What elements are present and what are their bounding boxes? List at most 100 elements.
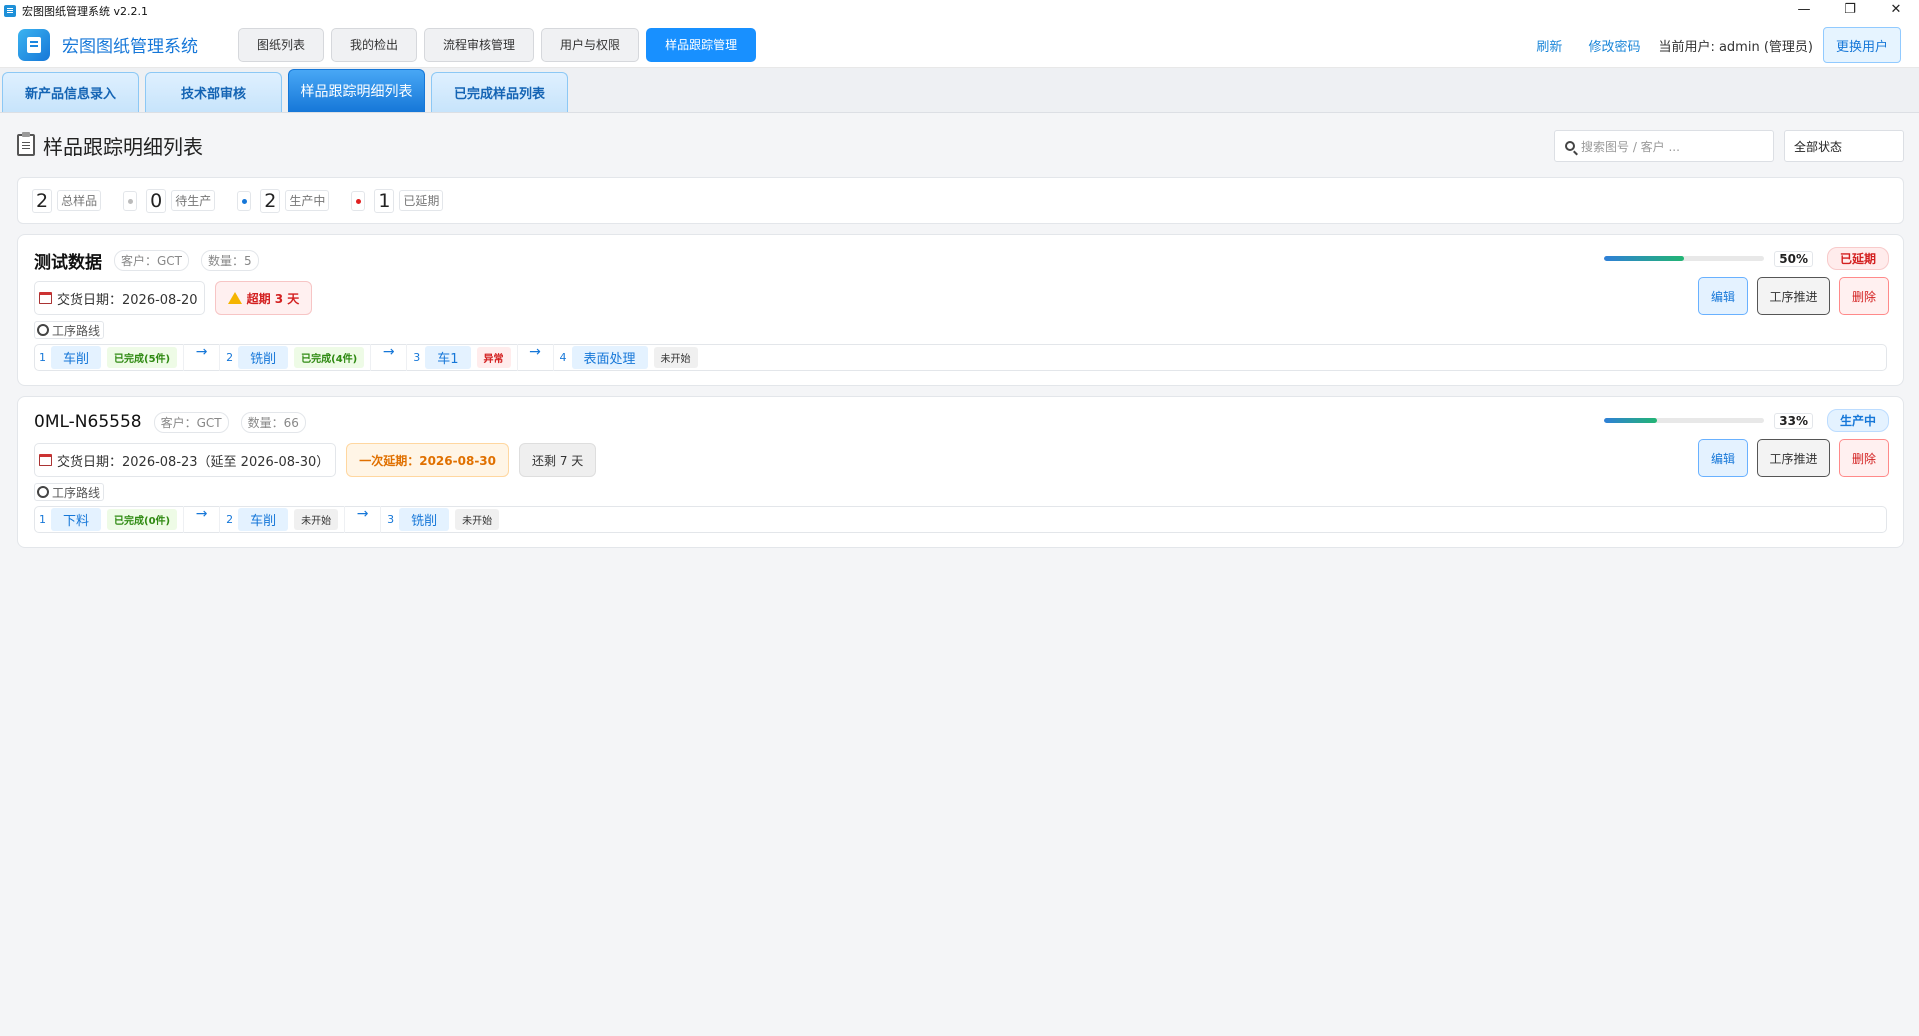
delete-button[interactable]: 删除	[1839, 439, 1889, 477]
sample-card: 测试数据 客户：GCT 数量：5 交货日期：2026-08-20 超期 3 天 …	[17, 234, 1904, 386]
stat-delayed-label: 已延期	[399, 190, 444, 211]
route-label: 工序路线	[34, 483, 105, 501]
progress-fill	[1604, 256, 1685, 261]
change-password-link[interactable]: 修改密码	[1588, 36, 1640, 55]
step-number: 4	[559, 351, 567, 364]
delayed-dot-icon	[351, 190, 366, 211]
edit-button[interactable]: 编辑	[1698, 277, 1748, 315]
route-step: 1 下料 已完成(0件)	[39, 508, 178, 531]
tab-tech-review[interactable]: 技术部审核	[145, 72, 282, 112]
stat-delayed: 1 已延期	[351, 188, 444, 213]
header-right: 刷新 修改密码 当前用户: admin (管理员) 更换用户	[1510, 22, 1901, 68]
tab-completed-samples[interactable]: 已完成样品列表	[431, 72, 568, 112]
stat-in-production-value: 2	[260, 188, 281, 213]
minimize-button[interactable]: —	[1781, 0, 1827, 22]
restore-button[interactable]: ❐	[1827, 0, 1873, 22]
step-number: 3	[413, 351, 421, 364]
tab-new-product-entry[interactable]: 新产品信息录入	[2, 72, 139, 112]
process-route: 1 下料 已完成(0件) → 2 车削 未开始 → 3 铣削 未开始	[34, 506, 1887, 533]
stat-total: 2 总样品	[32, 188, 102, 213]
delivery-date-text: 交货日期：2026-08-20	[57, 292, 198, 308]
progress-percent: 33%	[1774, 412, 1813, 429]
gear-icon	[37, 324, 49, 336]
step-status: 未开始	[653, 347, 698, 368]
step-status: 已完成(5件)	[107, 347, 178, 368]
arrow-right-icon: →	[370, 344, 408, 371]
stat-in-production: 2 生产中	[237, 188, 330, 213]
step-status: 异常	[476, 347, 511, 368]
status-badge: 生产中	[1826, 409, 1889, 432]
route-step: 3 铣削 未开始	[387, 508, 500, 531]
advance-process-button[interactable]: 工序推进	[1757, 277, 1830, 315]
step-name: 铣削	[238, 346, 289, 369]
nav-process-review[interactable]: 流程审核管理	[424, 27, 535, 62]
route-step: 2 铣削 已完成(4件)	[226, 346, 365, 369]
route-label-text: 工序路线	[52, 323, 101, 338]
quantity-tag: 数量：66	[240, 411, 306, 433]
customer-tag: 客户：GCT	[114, 249, 190, 271]
route-step: 1 车削 已完成(5件)	[39, 346, 178, 369]
nav-my-checkouts[interactable]: 我的检出	[331, 27, 418, 62]
arrow-right-icon: →	[344, 506, 382, 533]
nav-drawing-list[interactable]: 图纸列表	[238, 27, 325, 62]
progress-fill	[1604, 418, 1658, 423]
tab-sample-tracking-list[interactable]: 样品跟踪明细列表	[288, 69, 425, 112]
step-number: 1	[39, 351, 46, 364]
nav-users-permissions[interactable]: 用户与权限	[541, 27, 640, 62]
window-controls: — ❐ ✕	[1781, 0, 1919, 22]
step-name: 车1	[425, 346, 471, 369]
search-placeholder: 搜索图号 / 客户 ...	[1581, 139, 1680, 154]
status-filter-select[interactable]: 全部状态	[1784, 130, 1904, 162]
sub-tabs: 新产品信息录入 技术部审核 样品跟踪明细列表 已完成样品列表	[0, 68, 1919, 113]
stat-total-value: 2	[32, 188, 53, 213]
delivery-date: 交货日期：2026-08-20	[34, 281, 205, 315]
overdue-text: 超期 3 天	[246, 291, 300, 306]
route-step: 3 车1 异常	[413, 346, 511, 369]
progress-percent: 50%	[1774, 250, 1813, 267]
step-status: 已完成(0件)	[107, 509, 178, 530]
arrow-right-icon: →	[183, 506, 221, 533]
window-title: 宏图图纸管理系统 v2.2.1	[22, 5, 148, 18]
arrow-right-icon: →	[183, 344, 221, 371]
nav-sample-tracking[interactable]: 样品跟踪管理	[646, 27, 757, 62]
page-content: 样品跟踪明细列表 搜索图号 / 客户 ... 全部状态 2 总样品 0 待生产 …	[0, 113, 1919, 548]
route-label: 工序路线	[34, 321, 105, 339]
edit-button[interactable]: 编辑	[1698, 439, 1748, 477]
advance-process-button[interactable]: 工序推进	[1757, 439, 1830, 477]
progress-bar	[1604, 418, 1765, 423]
route-step: 2 车削 未开始	[226, 508, 339, 531]
close-button[interactable]: ✕	[1873, 0, 1919, 22]
step-name: 下料	[51, 508, 102, 531]
progress-area: 33% 生产中	[1604, 409, 1889, 432]
stat-pending-value: 0	[146, 188, 167, 213]
card-actions: 编辑 工序推进 删除	[1698, 277, 1889, 315]
card-actions: 编辑 工序推进 删除	[1698, 439, 1889, 477]
status-badge: 已延期	[1826, 247, 1889, 270]
step-status: 未开始	[294, 509, 339, 530]
delete-button[interactable]: 删除	[1839, 277, 1889, 315]
page-title: 样品跟踪明细列表	[43, 134, 203, 159]
in-production-dot-icon	[237, 190, 252, 211]
quantity-tag: 数量：5	[201, 249, 259, 271]
sample-title: 0ML-N65558	[34, 412, 142, 432]
stat-pending-label: 待生产	[171, 190, 216, 211]
arrow-right-icon: →	[516, 344, 554, 371]
app-name: 宏图图纸管理系统	[62, 37, 198, 57]
gear-icon	[37, 486, 49, 498]
refresh-link[interactable]: 刷新	[1536, 36, 1562, 55]
process-route: 1 车削 已完成(5件) → 2 铣削 已完成(4件) → 3 车1 异常 → …	[34, 344, 1887, 371]
delay-notice: 一次延期：2026-08-30	[346, 443, 509, 477]
step-name: 车削	[238, 508, 289, 531]
calendar-icon	[39, 292, 52, 304]
stat-delayed-value: 1	[374, 188, 395, 213]
stats-bar: 2 总样品 0 待生产 2 生产中 1 已延期	[17, 177, 1904, 224]
remaining-days: 还剩 7 天	[519, 443, 597, 477]
app-header: 宏图图纸管理系统 图纸列表 我的检出 流程审核管理 用户与权限 样品跟踪管理 刷…	[0, 22, 1919, 68]
switch-user-button[interactable]: 更换用户	[1822, 27, 1901, 63]
overdue-warning: 超期 3 天	[214, 281, 313, 315]
pending-dot-icon	[123, 190, 138, 211]
sample-card: 0ML-N65558 客户：GCT 数量：66 交货日期：2026-08-23（…	[17, 396, 1904, 548]
step-name: 表面处理	[571, 346, 648, 369]
warning-icon	[227, 292, 242, 304]
search-input[interactable]: 搜索图号 / 客户 ...	[1554, 130, 1774, 162]
